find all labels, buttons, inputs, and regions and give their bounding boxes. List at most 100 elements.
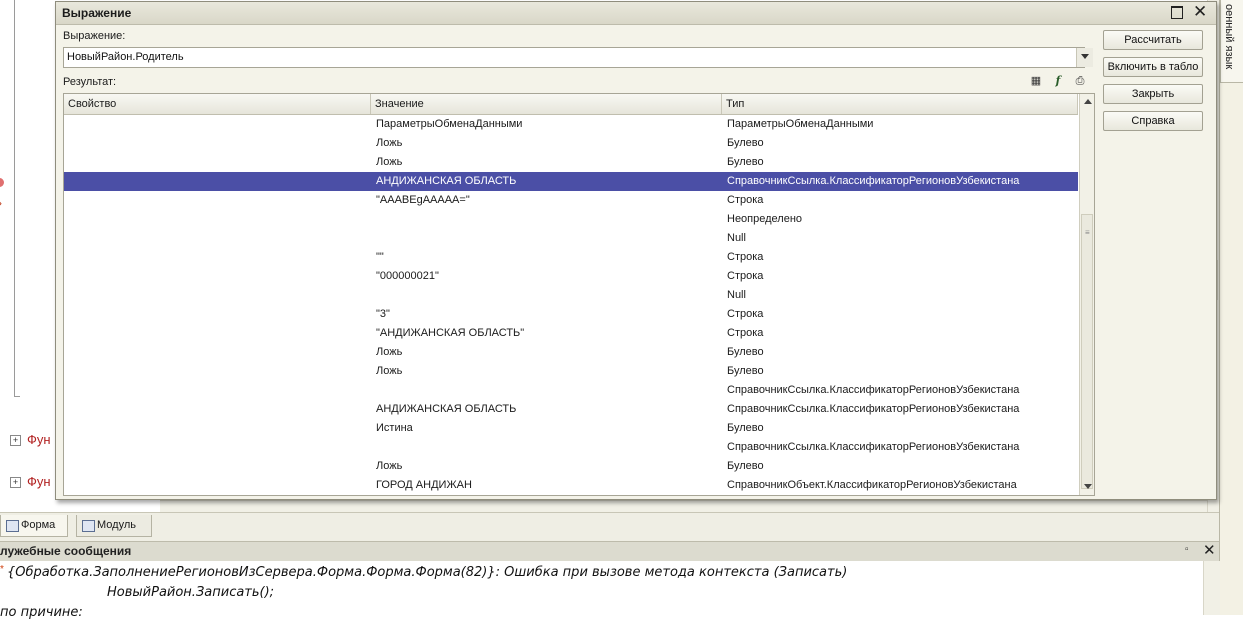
- cell-type: СправочникОбъект.КлассификаторРегионовУз…: [727, 479, 1017, 491]
- table-row[interactable]: ЭтоГруппаЛожьБулево: [64, 457, 1078, 476]
- column-header-type[interactable]: Тип: [722, 94, 1078, 114]
- table-row[interactable]: ПометкаУдаленияЛожьБулево: [64, 343, 1078, 362]
- cell-type: СправочникСсылка.КлассификаторРегионовУз…: [727, 441, 1020, 453]
- expression-label: Выражение:: [63, 30, 126, 42]
- gutter-line-end: [14, 396, 20, 397]
- cell-value: "000000021": [376, 270, 439, 282]
- messages-scrollbar[interactable]: [1203, 561, 1220, 615]
- code-line-text: Фун: [27, 432, 51, 447]
- calculate-button[interactable]: Рассчитать: [1103, 30, 1203, 50]
- dialog-titlebar[interactable]: Выражение ✕: [56, 2, 1216, 25]
- expression-input-value: НовыйРайон.Родитель: [67, 51, 184, 63]
- cell-type: Булево: [727, 346, 764, 358]
- cell-value: "": [376, 251, 384, 263]
- current-line-arrow-icon: ›: [0, 197, 2, 209]
- cell-type: СправочникСсылка.КлассификаторРегионовУз…: [727, 175, 1020, 187]
- message-line[interactable]: по причине:: [0, 605, 83, 620]
- table-row[interactable]: ВладелецНеопределено: [64, 210, 1078, 229]
- table-header: Свойство Значение Тип: [64, 94, 1078, 115]
- result-label: Результат:: [63, 76, 117, 88]
- table-row[interactable]: ЭтоГруппаИстинаБулево: [64, 419, 1078, 438]
- cell-type: Неопределено: [727, 213, 803, 225]
- tab-form[interactable]: Форма: [0, 515, 68, 537]
- expand-icon[interactable]: +: [10, 435, 21, 447]
- message-line[interactable]: НовыйРайон.Записать();: [107, 585, 274, 600]
- tab-module[interactable]: Модуль: [76, 515, 152, 537]
- cell-type: Строка: [727, 327, 764, 339]
- fx-icon[interactable]: f: [1050, 73, 1066, 89]
- form-icon: [6, 520, 19, 532]
- expression-dialog: Выражение ✕ Выражение: НовыйРайон.Родите…: [55, 1, 1217, 500]
- table-row[interactable]: +ЭтотОбъектГОРОД АНДИЖАНСправочникОбъект…: [64, 476, 1078, 495]
- close-button[interactable]: Закрыть: [1103, 84, 1203, 104]
- cell-value: Ложь: [376, 365, 403, 377]
- module-icon: [82, 520, 95, 532]
- cell-type: Строка: [727, 251, 764, 263]
- table-row[interactable]: Код"000000021"Строка: [64, 267, 1078, 286]
- expression-input[interactable]: НовыйРайон.Родитель: [63, 47, 1085, 68]
- cell-type: Строка: [727, 270, 764, 282]
- help-button[interactable]: Справка: [1103, 111, 1203, 131]
- expression-dropdown-button[interactable]: [1076, 48, 1093, 67]
- cell-type: СправочникСсылка.КлассификаторРегионовУз…: [727, 403, 1020, 415]
- cell-type: Булево: [727, 156, 764, 168]
- cell-value: АНДИЖАНСКАЯ ОБЛАСТЬ: [376, 175, 517, 187]
- table-scroll-thumb[interactable]: [1081, 214, 1093, 489]
- pin-icon[interactable]: ▫: [1185, 544, 1189, 555]
- expand-icon[interactable]: +: [10, 477, 21, 489]
- include-in-table-button[interactable]: Включить в табло: [1103, 57, 1203, 77]
- cell-type: Null: [727, 289, 746, 301]
- table-row[interactable]: ИДРайонаNull: [64, 229, 1078, 248]
- table-row[interactable]: −РодительАНДИЖАНСКАЯ ОБЛАСТЬСправочникСс…: [64, 172, 1078, 191]
- table-row[interactable]: КодРайонаNull: [64, 286, 1078, 305]
- close-icon[interactable]: ✕: [1203, 541, 1216, 559]
- editor-tabs-bar: Форма Модуль: [0, 512, 1219, 541]
- table-row[interactable]: ВерсияДанных"AAABEgAAAAA="Строка: [64, 191, 1078, 210]
- table-row[interactable]: ПредопределенныйЛожьБулево: [64, 362, 1078, 381]
- cell-type: Null: [727, 232, 746, 244]
- scroll-down-icon[interactable]: [1084, 484, 1092, 489]
- cell-value: ГОРОД АНДИЖАН: [376, 479, 472, 491]
- table-row[interactable]: ПредопределенныйЛожьБулево: [64, 153, 1078, 172]
- table-row[interactable]: +СсылкаАНДИЖАНСКАЯ ОБЛАСТЬСправочникСсыл…: [64, 400, 1078, 419]
- side-tab-language[interactable]: оенный язык: [1220, 0, 1243, 83]
- gutter-line: [14, 0, 15, 396]
- table-vertical-scrollbar[interactable]: ≡: [1079, 94, 1094, 495]
- table-row[interactable]: ИмяПредопределенныхДанных""Строка: [64, 248, 1078, 267]
- cell-value: Ложь: [376, 137, 403, 149]
- column-header-property[interactable]: Свойство: [64, 94, 371, 114]
- column-header-value[interactable]: Значение: [371, 94, 722, 114]
- table-row[interactable]: +РодительСправочникСсылка.КлассификаторР…: [64, 381, 1078, 400]
- cell-type: Булево: [727, 422, 764, 434]
- table-row[interactable]: ПометкаУдаленияЛожьБулево: [64, 134, 1078, 153]
- message-line[interactable]: {Обработка.ЗаполнениеРегионовИзСервера.Ф…: [7, 565, 847, 580]
- cell-value: Ложь: [376, 460, 403, 472]
- cell-type: Строка: [727, 194, 764, 206]
- cell-value: АНДИЖАНСКАЯ ОБЛАСТЬ: [376, 403, 517, 415]
- cell-value: "АНДИЖАНСКАЯ ОБЛАСТЬ": [376, 327, 525, 339]
- print-icon[interactable]: ⎙: [1072, 73, 1088, 89]
- dialog-title: Выражение: [62, 6, 132, 20]
- table-row[interactable]: КодРегиона"3"Строка: [64, 305, 1078, 324]
- code-line[interactable]: + Фун: [10, 432, 51, 447]
- cell-type: Булево: [727, 460, 764, 472]
- tab-label: Модуль: [97, 519, 136, 531]
- cell-value: "AAABEgAAAAA=": [376, 194, 470, 206]
- scroll-up-icon[interactable]: [1084, 99, 1092, 104]
- table-row[interactable]: +СсылкаСправочникСсылка.КлассификаторРег…: [64, 438, 1078, 457]
- error-marker-icon: *: [0, 564, 4, 575]
- code-line-text: Фун: [27, 474, 51, 489]
- table-row[interactable]: +ОбменДаннымиПараметрыОбменаДаннымиПарам…: [64, 115, 1078, 134]
- sheet-icon[interactable]: ▦: [1028, 73, 1044, 89]
- cell-type: СправочникСсылка.КлассификаторРегионовУз…: [727, 384, 1020, 396]
- cell-value: Ложь: [376, 346, 403, 358]
- side-tab-label: оенный язык: [1223, 4, 1235, 70]
- side-panel: [1219, 0, 1243, 615]
- grip-icon: ≡: [1085, 228, 1090, 237]
- cell-type: Булево: [727, 365, 764, 377]
- chevron-down-icon: [1081, 54, 1089, 59]
- code-line[interactable]: + Фун: [10, 474, 51, 489]
- maximize-icon[interactable]: [1171, 6, 1183, 19]
- close-icon[interactable]: ✕: [1193, 2, 1207, 22]
- table-row[interactable]: Наименование"АНДИЖАНСКАЯ ОБЛАСТЬ"Строка: [64, 324, 1078, 343]
